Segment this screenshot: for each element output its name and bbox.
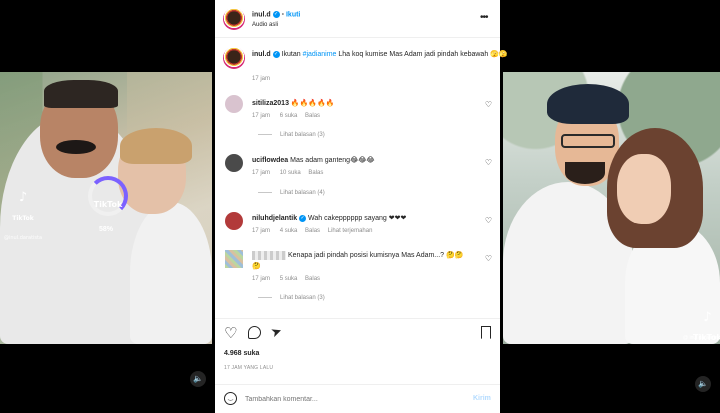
dot-separator: • (281, 11, 285, 19)
bookmark-icon[interactable] (481, 326, 491, 339)
blurred-username (252, 251, 286, 260)
comment-input[interactable] (245, 391, 455, 407)
post-comment-button[interactable]: Kirim (473, 395, 491, 402)
woman-hair (120, 128, 192, 164)
comment-line: Kenapa jadi pindah posisi kumisnya Mas A… (288, 251, 463, 259)
instagram-post-viewer: ♪ TikTok @inul.daratista TikTok 58% 🔈 ♪ … (0, 0, 720, 413)
tiktok-icon: ♪ (18, 190, 28, 205)
view-replies[interactable]: Lihat balasan (3) (258, 132, 325, 138)
comment-line: sitiliza2013 🔥🔥🔥🔥🔥 (252, 99, 335, 107)
comment-reply[interactable]: Balas (305, 276, 320, 282)
comment-meta: 17 jam 5 suka Balas (252, 276, 320, 282)
comment-reply[interactable]: Balas (305, 113, 320, 119)
post-panel: inul.d ✓ • Ikuti Audio asli ••• inul.d ✓… (215, 0, 508, 413)
comment-time: 17 jam (252, 276, 271, 282)
view-replies-label[interactable]: Lihat balasan (3) (280, 132, 325, 138)
comment-time: 17 jam (252, 170, 271, 176)
comment-username[interactable]: uciflowdea (252, 157, 288, 164)
divider-line (258, 191, 272, 193)
anime-man-hair (547, 84, 629, 124)
view-replies[interactable]: Lihat balasan (3) (258, 295, 325, 301)
caption-line-1: inul.d ✓ Ikutan #jadianime Lha koq kumis… (252, 50, 508, 58)
progress-percent: 58% (99, 226, 114, 233)
comment-line: uciflowdea Mas adam ganteng😂😂😂 (252, 156, 375, 164)
view-replies-label[interactable]: Lihat balasan (3) (280, 295, 325, 301)
translate-link[interactable]: Lihat terjemahan (328, 228, 373, 234)
follow-button[interactable]: Ikuti (286, 11, 300, 18)
divider-line (258, 296, 272, 298)
comment-heart-icon[interactable]: ♡ (485, 100, 492, 109)
comment-text-wrap: 🤔 (252, 263, 261, 270)
comment-heart-icon[interactable]: ♡ (485, 216, 492, 225)
caption-time: 17 jam (252, 76, 271, 82)
post-timestamp: 17 JAM YANG LALU (224, 365, 274, 371)
avatar[interactable] (223, 8, 245, 30)
comment-meta: 17 jam 4 suka Balas Lihat terjemahan (252, 228, 372, 234)
anime-man-beard (565, 162, 605, 184)
emoji-icon[interactable]: ‿ (224, 392, 237, 405)
comment-meta: 17 jam 6 suka Balas (252, 113, 320, 119)
header-user-row: inul.d ✓ • Ikuti (252, 11, 300, 18)
tiktok-watermark-center: TikTok (90, 192, 126, 211)
comment-username[interactable]: niluhdjelantik (252, 215, 297, 222)
divider-line (258, 133, 272, 135)
comment-likes[interactable]: 10 suka (280, 170, 301, 176)
comment-avatar[interactable] (225, 95, 243, 113)
comment-username[interactable]: sitiliza2013 (252, 100, 289, 107)
woman-figure (130, 202, 212, 344)
next-post-media[interactable]: ♪ TikTok @ inul.daratista (503, 72, 720, 344)
comment-icon[interactable] (248, 326, 261, 339)
comment-line: niluhdjelantik ✓ Wah cakepppppp sayang ❤… (252, 214, 406, 222)
caption-username[interactable]: inul.d (252, 51, 271, 58)
comment-composer: ‿ Kirim (215, 384, 500, 413)
caption-text-2: Lha koq kumise Mas Adam jadi pindah keba… (336, 51, 508, 58)
sound-icon[interactable]: 🔈 (190, 371, 206, 387)
audio-label[interactable]: Audio asli (252, 22, 278, 28)
likes-count[interactable]: 4.968 suka (224, 350, 259, 357)
verified-icon: ✓ (272, 11, 280, 18)
view-replies-label[interactable]: Lihat balasan (4) (280, 190, 325, 196)
comment-likes[interactable]: 5 suka (280, 276, 298, 282)
man-mustache (56, 140, 96, 154)
tiktok-watermark-small: ♪ TikTok @inul.daratista (4, 190, 42, 243)
previous-post-media[interactable]: ♪ TikTok @inul.daratista TikTok 58% (0, 72, 212, 344)
comment-heart-icon[interactable]: ♡ (485, 158, 492, 167)
comment-avatar[interactable] (225, 212, 243, 230)
caption-avatar[interactable] (223, 47, 245, 69)
view-replies[interactable]: Lihat balasan (4) (258, 190, 325, 196)
share-icon[interactable]: ➤ (269, 323, 285, 342)
comment-likes[interactable]: 6 suka (280, 113, 298, 119)
comment-likes[interactable]: 4 suka (280, 228, 298, 234)
tiktok-label: TikTok (12, 215, 34, 222)
comment-text: Mas adam ganteng😂😂😂 (290, 157, 375, 164)
header-username[interactable]: inul.d (252, 11, 271, 18)
tiktok-handle: @ inul.daratista (683, 335, 718, 341)
blurred-avatar (225, 250, 243, 268)
more-icon[interactable]: ••• (480, 12, 488, 23)
anime-man-glasses (561, 134, 615, 148)
post-header: inul.d ✓ • Ikuti Audio asli ••• (215, 0, 500, 38)
comment-text: 🔥🔥🔥🔥🔥 (290, 100, 335, 107)
hashtag-link[interactable]: #jadianime (303, 51, 337, 58)
caption-text: Ikutan (281, 51, 303, 58)
tiktok-handle: @inul.daratista (4, 235, 43, 241)
verified-icon: ✓ (272, 50, 280, 58)
heart-icon[interactable]: ♡ (224, 324, 237, 342)
anime-woman-face (617, 154, 671, 224)
verified-icon: ✓ (299, 214, 307, 222)
comment-avatar[interactable] (225, 154, 243, 172)
comment-time: 17 jam (252, 113, 271, 119)
tiktok-icon: ♪ (703, 310, 712, 325)
comment-time: 17 jam (252, 228, 271, 234)
comment-heart-icon[interactable]: ♡ (485, 254, 492, 263)
sound-icon[interactable]: 🔈 (695, 376, 711, 392)
tiktok-label: TikTok (93, 200, 123, 209)
comment-text: Wah cakepppppp sayang ❤❤❤ (308, 215, 407, 222)
comment-meta: 17 jam 10 suka Balas (252, 170, 323, 176)
comment-reply[interactable]: Balas (308, 170, 323, 176)
comment-text: Kenapa jadi pindah posisi kumisnya Mas A… (288, 252, 464, 259)
comment-reply[interactable]: Balas (305, 228, 320, 234)
action-divider (215, 318, 500, 319)
man-hair (44, 80, 118, 108)
